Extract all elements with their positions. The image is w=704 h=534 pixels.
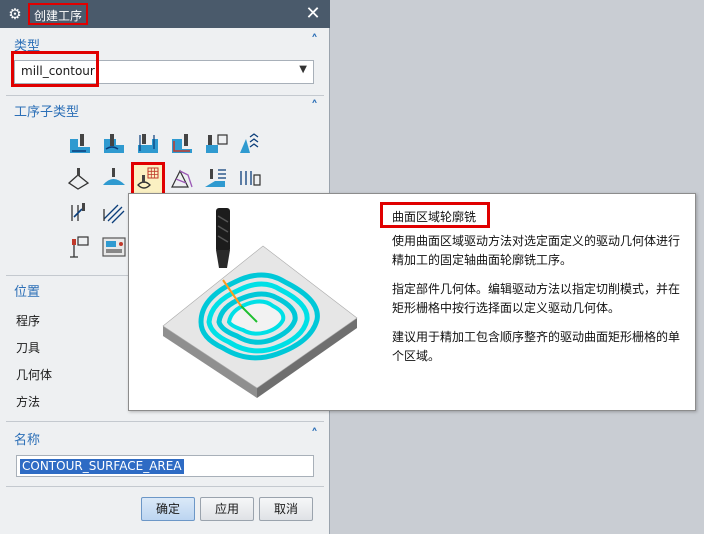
flowcut-single-icon[interactable] [66, 199, 94, 227]
dialog-title: 创建工序 [28, 3, 89, 25]
ok-button[interactable]: 确定 [141, 497, 195, 521]
tooltip-paragraph: 使用曲面区域驱动方法对选定面定义的驱动几何体进行精加工的固定轴曲面轮廓铣工序。 [392, 234, 681, 267]
operation-tooltip: 曲面区域轮廓铣 使用曲面区域驱动方法对选定面定义的驱动几何体进行精加工的固定轴曲… [128, 193, 696, 411]
contour-surface-area-icon[interactable] [131, 162, 165, 196]
zlevel-profile-icon[interactable] [236, 131, 264, 159]
gear-icon[interactable]: ⚙ [6, 5, 24, 23]
operation-name-value: CONTOUR_SURFACE_AREA [20, 459, 184, 474]
zlevel-corner-icon[interactable] [66, 165, 94, 193]
geometry-field-label: 几何体 [16, 368, 53, 382]
rest-milling-icon[interactable] [202, 131, 230, 159]
toolpath-preview-image [157, 202, 377, 404]
adaptive-milling-icon[interactable] [100, 131, 128, 159]
cavity-mill-icon[interactable] [66, 131, 94, 159]
type-highlight-box [11, 51, 99, 87]
flowcut-multiple-icon[interactable] [100, 199, 128, 227]
divider [6, 95, 324, 96]
name-section-label: 名称 [14, 433, 41, 448]
tooltip-paragraph: 建议用于精加工包含顺序整齐的驱动曲面矩形栅格的单个区域。 [392, 330, 681, 363]
streamline-icon[interactable] [168, 165, 196, 193]
subtype-section-label: 工序子类型 [14, 105, 80, 120]
program-field-label: 程序 [16, 314, 41, 328]
fixed-contour-icon[interactable] [100, 165, 128, 193]
tooltip-title: 曲面区域轮廓铣 [392, 210, 477, 224]
chevron-up-icon[interactable]: ˄ [311, 33, 318, 49]
corner-rough-icon[interactable] [168, 131, 196, 159]
chevron-up-icon[interactable]: ˄ [311, 99, 318, 115]
method-field-label: 方法 [16, 395, 41, 409]
plunge-milling-icon[interactable] [134, 131, 162, 159]
divider [6, 421, 324, 422]
contour-text-icon[interactable] [66, 233, 94, 261]
name-section-header[interactable]: 名称 ˄ [4, 426, 326, 448]
subtype-section-header[interactable]: 工序子类型 ˄ [4, 98, 326, 120]
close-icon[interactable]: ✕ [302, 3, 324, 25]
apply-button[interactable]: 应用 [200, 497, 254, 521]
contour-area-non-steep-icon[interactable] [202, 165, 230, 193]
chevron-up-icon[interactable]: ˄ [311, 427, 318, 443]
mill-control-icon[interactable] [100, 233, 128, 261]
contour-area-dir-steep-icon[interactable] [236, 165, 264, 193]
title-bar[interactable]: ⚙ 创建工序 ✕ [0, 0, 330, 28]
location-section-label: 位置 [14, 285, 41, 300]
divider [6, 486, 324, 487]
tool-field-label: 刀具 [16, 341, 41, 355]
tooltip-paragraph: 指定部件几何体。编辑驱动方法以指定切削模式，并在矩形栅格中按行选择面以定义驱动几… [392, 282, 681, 315]
cancel-button[interactable]: 取消 [259, 497, 313, 521]
chevron-down-icon[interactable]: ▼ [299, 64, 307, 75]
operation-name-input[interactable]: CONTOUR_SURFACE_AREA [16, 455, 314, 477]
